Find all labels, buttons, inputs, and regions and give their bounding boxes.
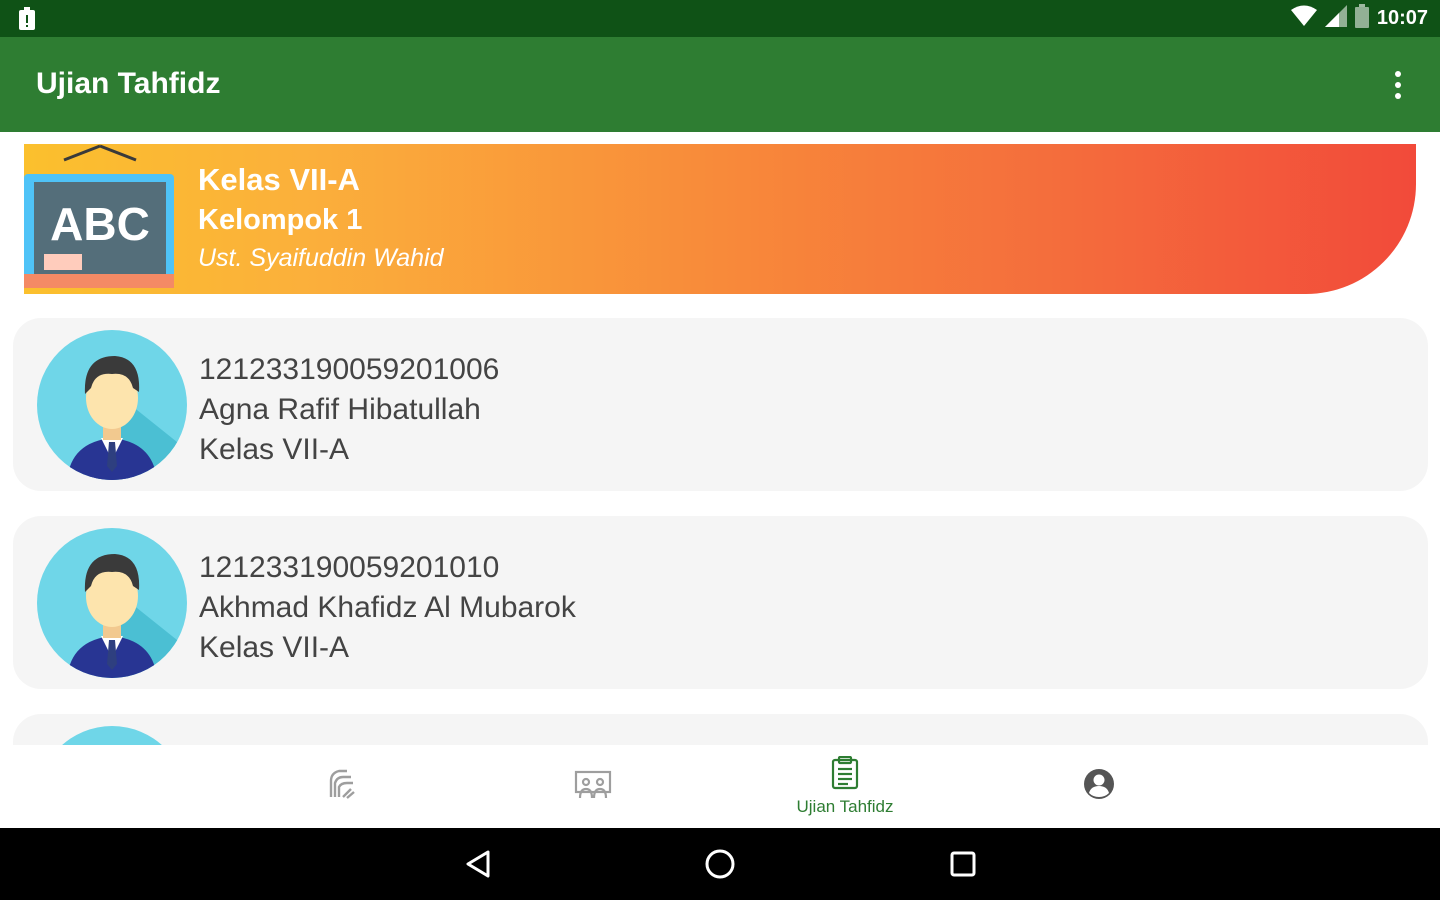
clipboard-icon: [831, 755, 859, 795]
student-class: Kelas VII-A: [199, 433, 350, 466]
account-circle-icon: [1083, 768, 1115, 805]
board-text: ABC: [50, 198, 150, 250]
nav-item-presentation[interactable]: [518, 745, 668, 828]
hands-icon: [325, 767, 357, 806]
wifi-icon: [1290, 5, 1317, 32]
bottom-navigation: Ujian Tahfidz: [0, 745, 1440, 828]
status-bar: 10:07: [0, 0, 1440, 37]
student-nis: 121233190059201006: [199, 353, 500, 386]
chalkboard-icon: ABC: [24, 144, 176, 294]
home-icon[interactable]: [700, 844, 740, 884]
student-name: Agna Rafif Hibatullah: [199, 393, 481, 426]
more-vert-icon[interactable]: [1386, 67, 1410, 103]
list-item[interactable]: 121233190059201006 Agna Rafif Hibatullah…: [13, 318, 1428, 491]
banner-teacher: Ust. Syaifuddin Wahid: [198, 244, 444, 272]
recents-icon[interactable]: [943, 844, 983, 884]
presentation-icon: [574, 768, 612, 805]
system-navigation-bar: [0, 828, 1440, 900]
nav-label: Ujian Tahfidz: [796, 797, 894, 816]
banner-class: Kelas VII-A: [198, 162, 360, 197]
avatar: [37, 330, 187, 480]
class-banner: ABC Kelas VII-A Kelompok 1 Ust. Syaifudd…: [24, 144, 1416, 294]
battery-icon: [1354, 4, 1369, 33]
page-title: Ujian Tahfidz: [36, 67, 221, 100]
banner-group: Kelompok 1: [198, 204, 363, 236]
avatar: [37, 528, 187, 678]
back-icon[interactable]: [458, 844, 498, 884]
nav-item-hands[interactable]: [266, 745, 416, 828]
student-list[interactable]: 121233190059201006 Agna Rafif Hibatullah…: [0, 310, 1440, 745]
clock: 10:07: [1376, 7, 1428, 29]
student-name: Akhmad Khafidz Al Mubarok: [199, 591, 576, 624]
notification-icon: [18, 7, 36, 31]
student-class: Kelas VII-A: [199, 631, 350, 664]
student-nis: 121233190059201010: [199, 551, 500, 584]
list-item[interactable]: 121233190059201010 Akhmad Khafidz Al Mub…: [13, 516, 1428, 689]
avatar: [37, 726, 187, 745]
signal-icon: [1324, 5, 1347, 32]
nav-item-ujian-tahfidz[interactable]: Ujian Tahfidz: [770, 745, 920, 828]
nav-item-account[interactable]: [1024, 745, 1174, 828]
list-item[interactable]: [13, 714, 1428, 745]
app-bar: Ujian Tahfidz: [0, 37, 1440, 132]
